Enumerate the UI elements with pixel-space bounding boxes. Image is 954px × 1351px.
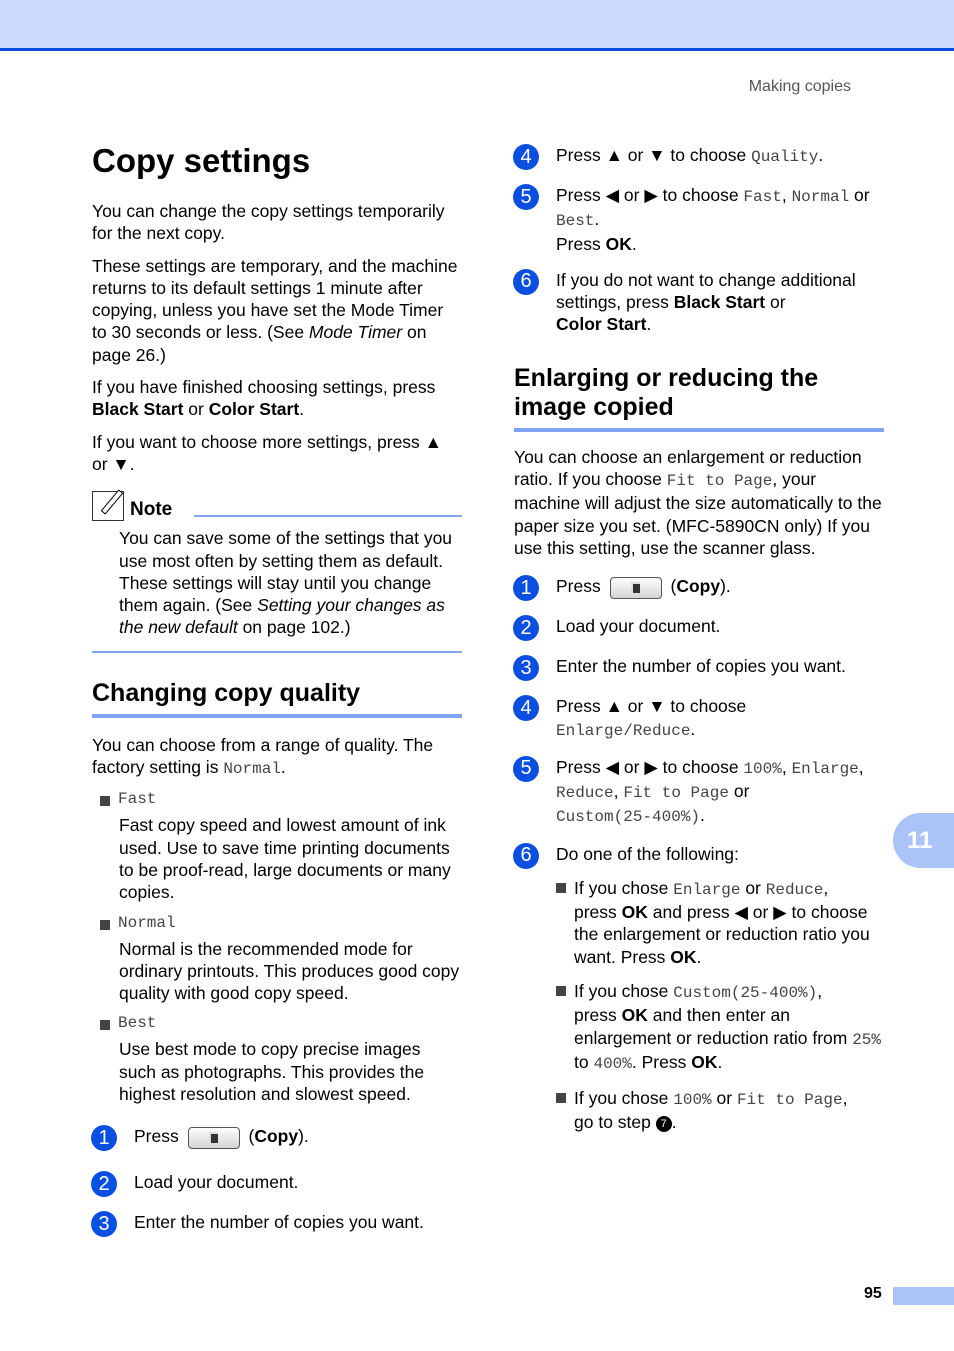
step-7-ref-icon: 7 <box>655 1115 672 1132</box>
step-3: 3 Enter the number of copies you want. <box>91 1211 462 1238</box>
step-3: 3 Enter the number of copies you want. <box>513 655 884 682</box>
option-best: Best Use best mode to copy precise image… <box>92 1014 462 1105</box>
step-1: 1 Press (Copy). <box>91 1125 462 1152</box>
intro-paragraph: These settings are temporary, and the ma… <box>92 255 458 365</box>
intro-paragraph: You can change the copy settings tempora… <box>92 201 445 244</box>
divider <box>194 515 462 518</box>
section-heading: Changing copy quality <box>92 679 462 718</box>
sub-option: If you chose Enlarge or Reduce, press OK … <box>556 877 884 974</box>
note-label: Note <box>130 499 173 521</box>
cross-reference: Mode Timer <box>308 322 403 343</box>
header-band <box>0 0 954 51</box>
section-heading: Enlarging or reducing the image copied <box>514 364 884 432</box>
option-normal: Normal Normal is the recommended mode fo… <box>92 914 462 1005</box>
copy-button-icon <box>609 576 662 599</box>
note-pencil-icon <box>92 491 124 522</box>
note-header: Note <box>92 491 462 522</box>
sub-option: If you chose 100% or Fit to Page, go to s… <box>556 1087 884 1134</box>
section-intro: You can choose from a range of quality. … <box>92 734 434 779</box>
step-6: 6 Do one of the following: <box>513 842 884 869</box>
step-2: 2 Load your document. <box>513 615 884 642</box>
divider <box>92 650 462 653</box>
bullet-square-icon <box>556 882 566 893</box>
intro-paragraph: If you want to choose more settings, pre… <box>92 431 442 474</box>
section-title: Making copies <box>748 78 851 95</box>
step-2: 2 Load your document. <box>91 1171 462 1198</box>
page-title: Copy settings <box>92 142 311 179</box>
bullet-square-icon <box>100 919 110 930</box>
step-1: 1 Press (Copy). <box>513 575 884 602</box>
copy-button-icon <box>187 1126 240 1149</box>
page-number: 95 <box>864 1285 882 1302</box>
option-fast: Fast Fast copy speed and lowest amount o… <box>92 790 462 903</box>
step-4: 4 Press ▲ or ▼ to choose Enlarge/Reduce. <box>513 695 884 742</box>
chapter-tab[interactable]: 11 <box>893 813 954 868</box>
page-number-bar <box>893 1287 954 1305</box>
left-column: Copy settings You can change the copy se… <box>91 138 462 1251</box>
step-4: 4 Press ▲ or ▼ to choose Quality. <box>513 144 884 170</box>
bullet-square-icon <box>556 1093 566 1104</box>
step-5: 5 Press ◀ or ▶ to choose 100%, Enlarge, Re… <box>513 755 884 829</box>
bullet-square-icon <box>556 985 566 996</box>
section-intro: You can choose an enlargement or reducti… <box>514 446 882 558</box>
sub-option: If you chose Custom(25-400%), press OK an… <box>556 980 884 1081</box>
step-6: 6 If you do not want to change additional… <box>513 268 884 336</box>
step-5: 5 Press ◀ or ▶ to choose Fast, Normal or … <box>513 184 884 255</box>
right-column: 4 Press ▲ or ▼ to choose Quality. 5 Press … <box>513 138 884 1140</box>
intro-paragraph: If you have finished choosing settings, … <box>92 377 436 420</box>
note-text: You can save some of the settings that y… <box>119 528 453 638</box>
bullet-square-icon <box>100 1020 110 1031</box>
bullet-square-icon <box>100 796 110 807</box>
